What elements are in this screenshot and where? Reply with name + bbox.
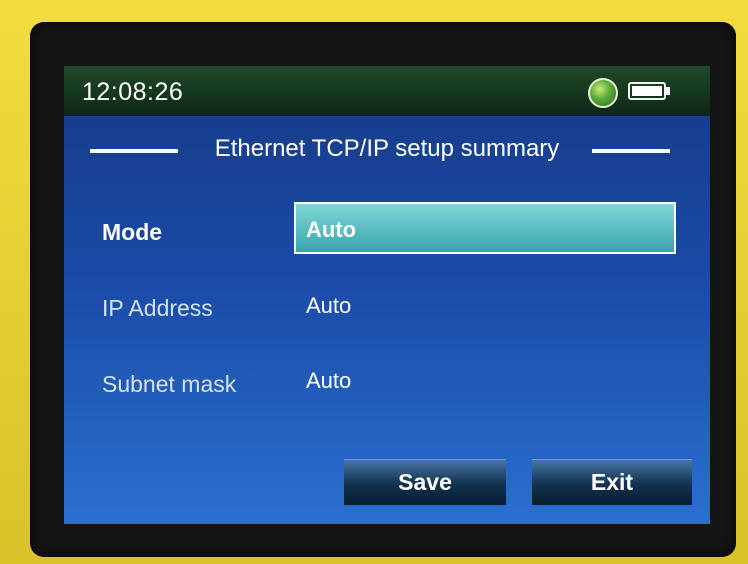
battery-tip xyxy=(666,87,670,95)
subnet-mask-value[interactable]: Auto xyxy=(306,368,351,394)
mode-value: Auto xyxy=(306,217,357,242)
display-screen: 12:08:26 Ethernet TCP/IP setup summary M… xyxy=(64,66,710,524)
status-bar: 12:08:26 xyxy=(64,66,710,116)
save-button[interactable]: Save xyxy=(344,459,506,505)
mode-label: Mode xyxy=(102,219,163,245)
ip-address-value[interactable]: Auto xyxy=(306,293,351,319)
device-case: 12:08:26 Ethernet TCP/IP setup summary M… xyxy=(0,0,748,564)
exit-button[interactable]: Exit xyxy=(532,459,692,505)
subnet-mask-label: Subnet mask xyxy=(102,371,237,397)
title-rule-left xyxy=(90,149,178,153)
globe-icon xyxy=(588,78,618,108)
battery-icon xyxy=(628,82,666,100)
mode-field[interactable]: Auto xyxy=(294,202,676,254)
title-rule-right xyxy=(592,149,670,153)
clock-time: 12:08:26 xyxy=(82,78,184,106)
ip-address-label: IP Address xyxy=(102,295,213,321)
page-title: Ethernet TCP/IP setup summary xyxy=(214,135,560,162)
